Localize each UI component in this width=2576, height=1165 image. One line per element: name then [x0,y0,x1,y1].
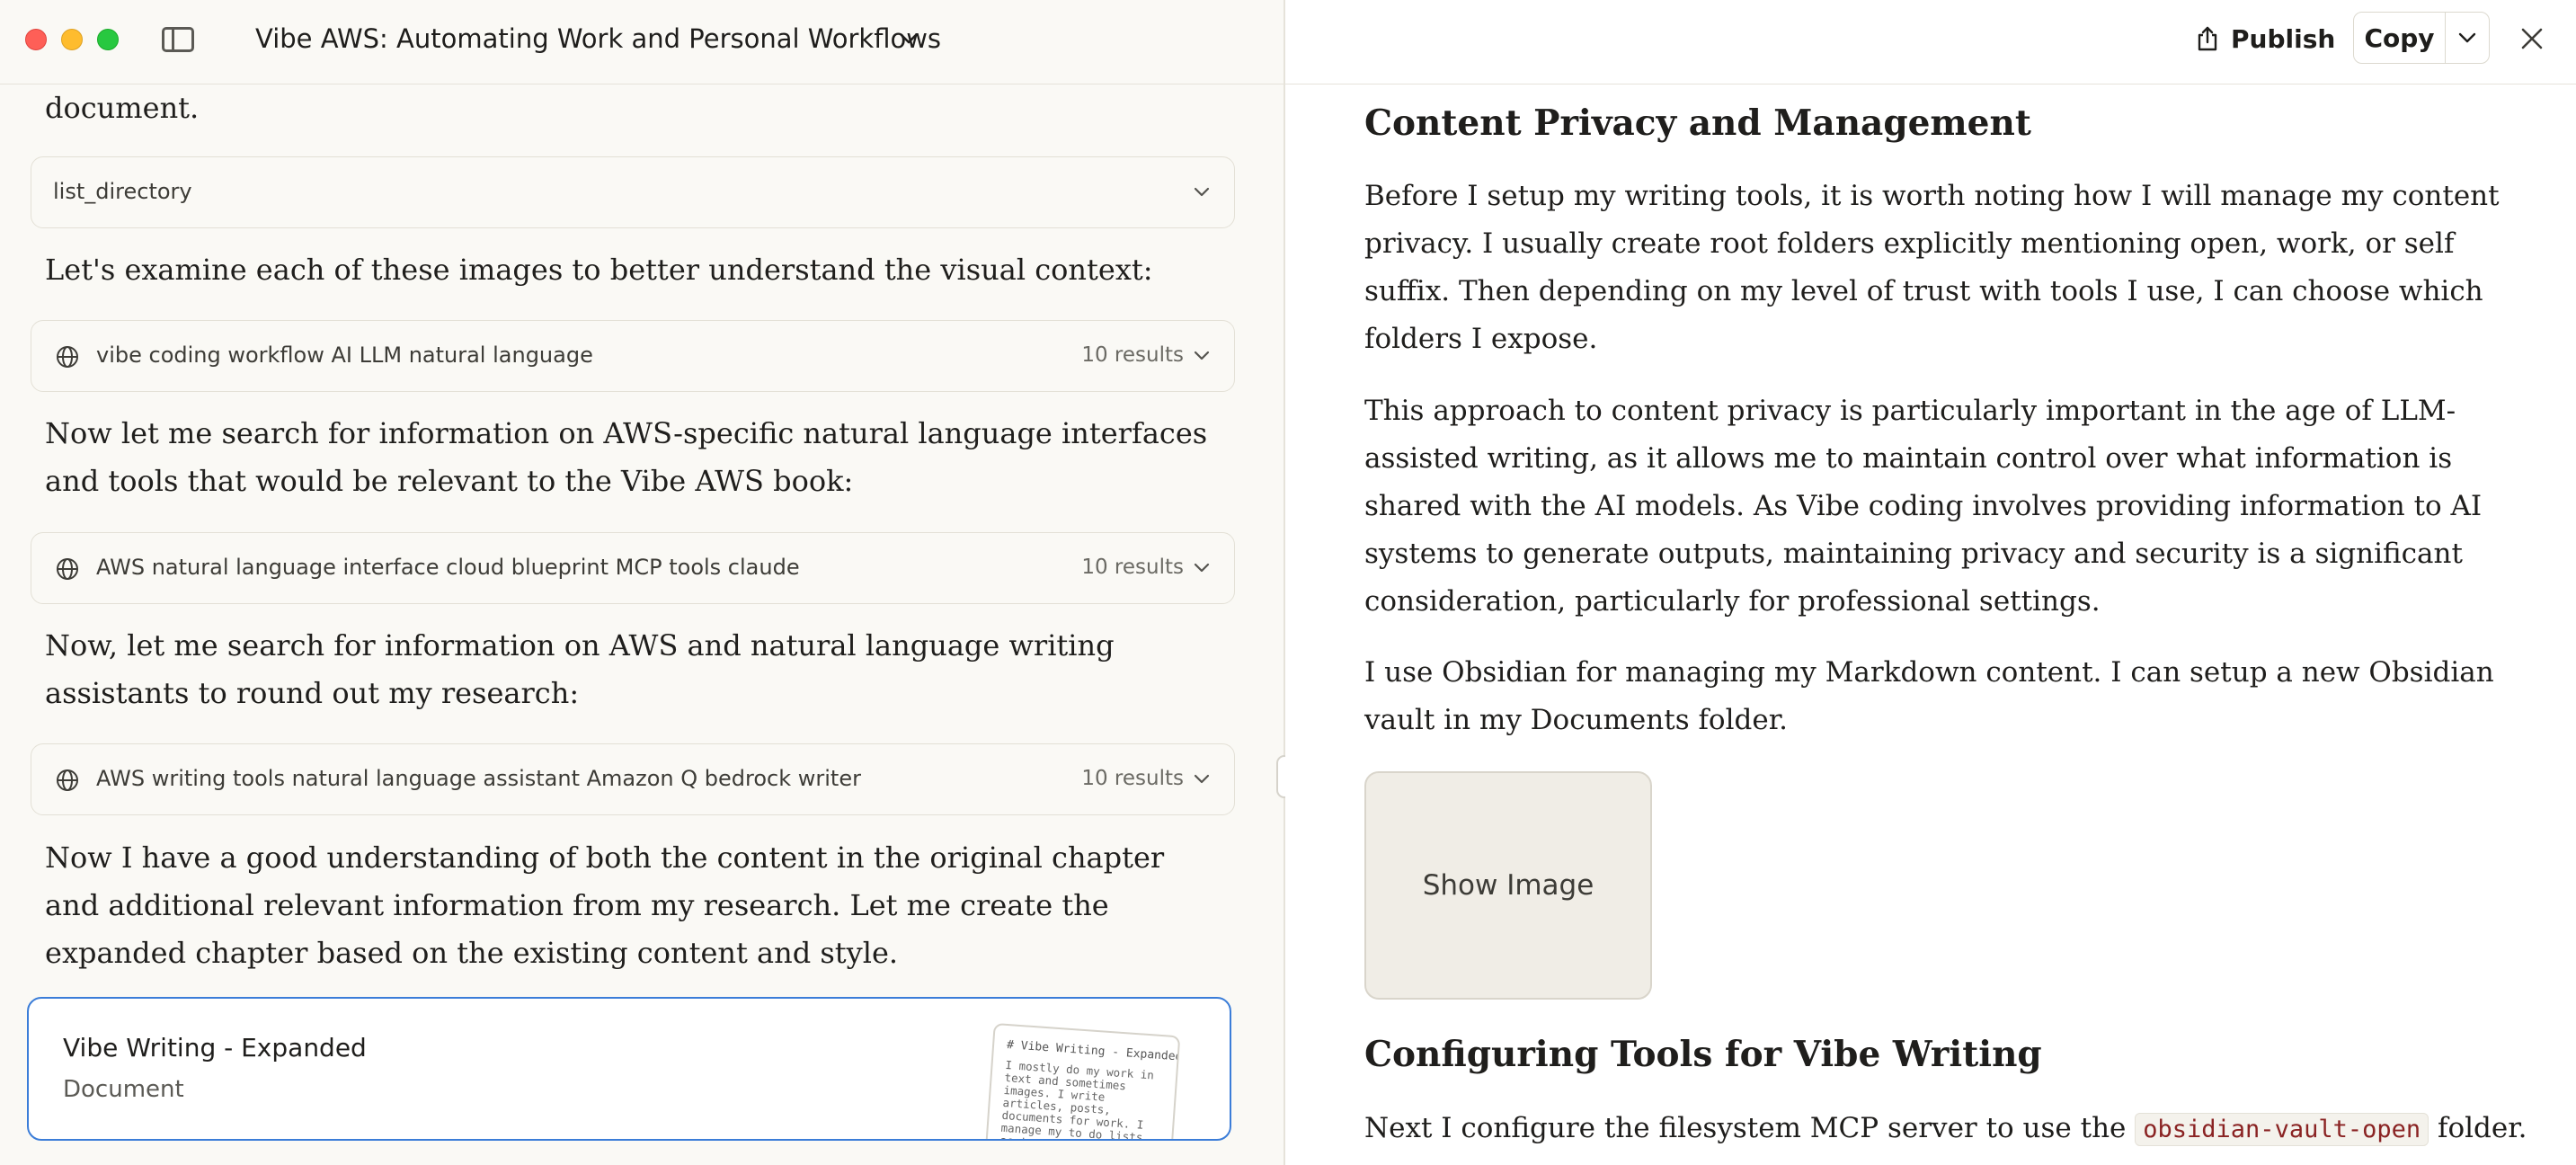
inline-code: obsidian-vault-open [2135,1113,2429,1146]
message-paragraph: Let's examine each of these images to be… [45,253,1153,287]
publish-button[interactable]: Publish [2195,18,2335,59]
chevron-down-icon[interactable] [1193,185,1211,200]
search-query: AWS natural language interface cloud blu… [96,555,800,580]
zoom-window-button[interactable] [97,29,119,50]
show-image-button[interactable]: Show Image [1364,771,1652,1000]
paragraph-text: folder. [2429,1112,2527,1144]
document-paragraph: I use Obsidian for managing my Markdown … [1364,656,2494,736]
thumbnail-body: I mostly do my work in text and sometime… [999,1057,1155,1141]
message-paragraph: Now, let me search for information on AW… [45,628,1115,710]
message-paragraph: Now I have a good understanding of both … [45,840,1165,970]
close-window-button[interactable] [25,29,47,50]
globe-icon [57,769,78,791]
artifact-type: Document [63,1076,184,1103]
title-bar: Vibe AWS: Automating Work and Personal W… [0,0,1284,84]
chevron-down-icon[interactable] [1193,772,1211,787]
message-paragraph: Now let me search for information on AWS… [45,416,1208,498]
share-icon [2198,26,2217,51]
results-count: 10 results [1081,343,1184,367]
web-search-result-3[interactable]: AWS writing tools natural language assis… [31,743,1235,815]
conversation-title[interactable]: Vibe AWS: Automating Work and Personal W… [255,23,941,54]
results-count: 10 results [1081,556,1184,579]
chevron-down-icon[interactable] [1193,561,1211,575]
document-paragraph: This approach to content privacy is part… [1364,395,2483,618]
paragraph-text: Next I configure the filesystem MCP serv… [1364,1112,2136,1144]
artifact-panel: Publish Copy Content Privacy and Managem… [1285,0,2576,1165]
web-search-result-2[interactable]: AWS natural language interface cloud blu… [31,532,1235,604]
tool-call-label: list_directory [53,179,192,204]
results-count: 10 results [1081,767,1184,790]
copy-options-button[interactable] [2446,13,2489,63]
section-heading: Content Privacy and Management [1364,102,2031,144]
section-heading: Configuring Tools for Vibe Writing [1364,1034,2042,1075]
copy-button-group: Copy [2353,12,2490,64]
chevron-down-icon [2458,32,2476,43]
minimize-window-button[interactable] [61,29,83,50]
globe-icon [57,346,78,368]
chevron-down-icon[interactable] [899,31,919,47]
search-query: AWS writing tools natural language assis… [96,766,861,791]
document-paragraph: Next I configure the filesystem MCP serv… [1364,1105,2533,1153]
artifact-card[interactable]: Vibe Writing - Expanded Document # Vibe … [27,997,1231,1141]
close-icon[interactable] [2517,23,2547,54]
document-paragraph: Before I setup my writing tools, it is w… [1364,180,2500,355]
web-search-result-1[interactable]: vibe coding workflow AI LLM natural lang… [31,320,1235,392]
chevron-down-icon[interactable] [1193,349,1211,363]
tool-call-list-directory[interactable]: list_directory [31,156,1235,228]
globe-icon [57,558,78,580]
message-fragment: document. [45,91,200,125]
chat-pane: Vibe AWS: Automating Work and Personal W… [0,0,1284,1165]
artifact-title: Vibe Writing - Expanded [63,1033,367,1063]
artifact-toolbar: Publish Copy [1285,0,2576,84]
search-query: vibe coding workflow AI LLM natural lang… [96,342,593,368]
sidebar-toggle-icon[interactable] [162,27,194,52]
artifact-thumbnail: # Vibe Writing - Expanded I mostly do my… [983,1022,1181,1141]
publish-label: Publish [2231,23,2336,54]
copy-button[interactable]: Copy [2354,13,2446,63]
